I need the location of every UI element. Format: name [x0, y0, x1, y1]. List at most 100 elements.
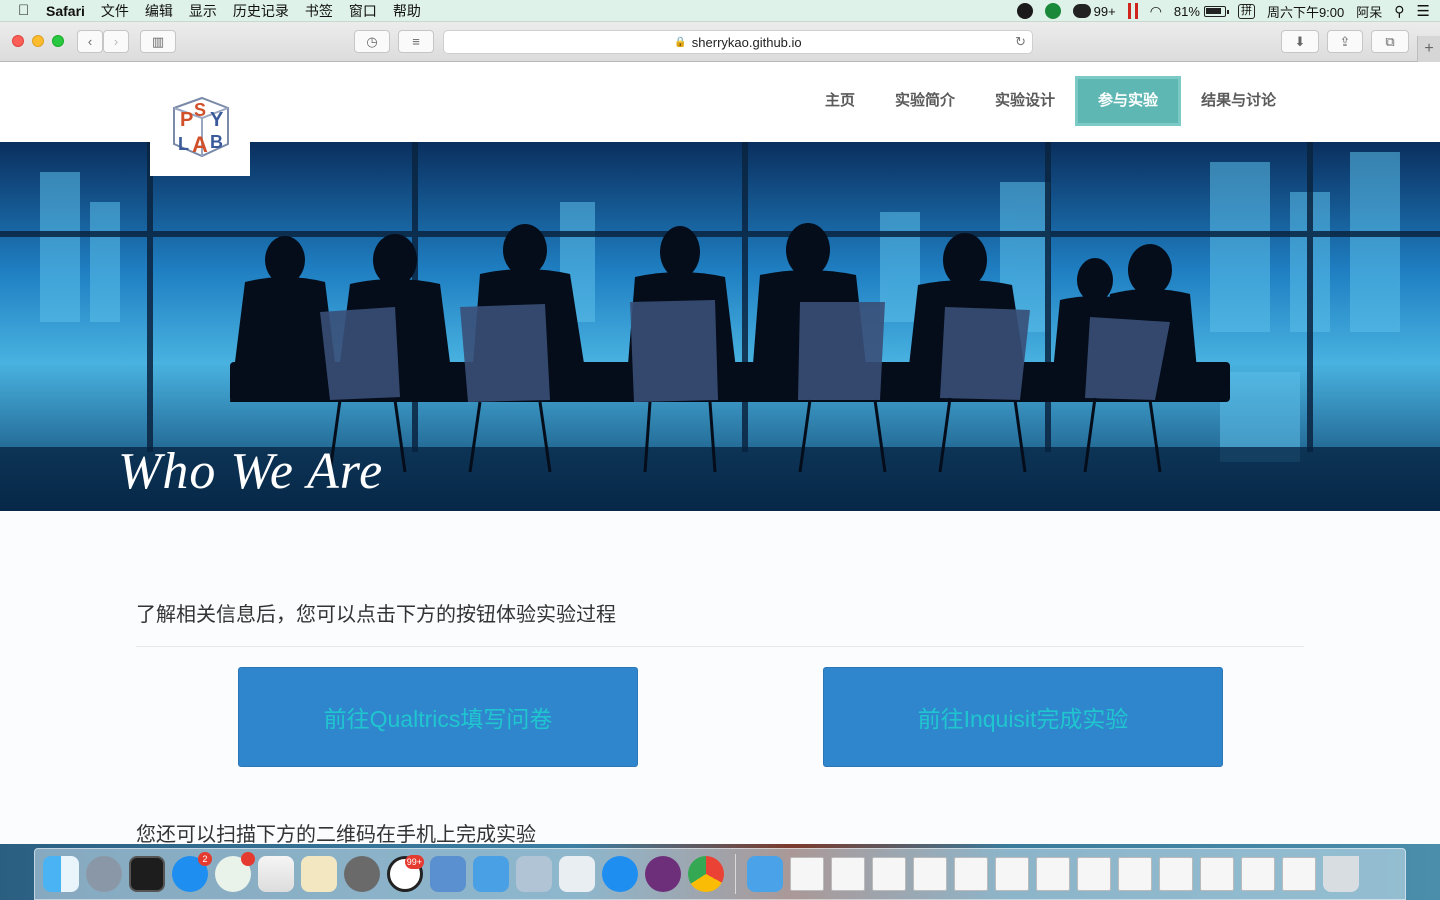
hero-banner: Who We Are	[0, 142, 1440, 511]
tabs-overview-button[interactable]: ⧉	[1371, 30, 1409, 53]
safari-icon[interactable]	[602, 856, 638, 892]
user-name[interactable]: 阿呆	[1356, 2, 1382, 21]
hero-title: Who We Are	[118, 443, 384, 500]
forward-button[interactable]: ›	[103, 30, 129, 53]
psy-lab-logo-image: P S Y L A B	[173, 96, 229, 158]
sidebar-toggle-button[interactable]: ▥	[140, 30, 176, 53]
battery-percent: 81%	[1173, 3, 1200, 19]
qq-badge: 99+	[404, 855, 424, 869]
psy-lab-logo[interactable]: P S Y L A B	[150, 76, 250, 176]
clock[interactable]: 周六下午9:00	[1267, 2, 1344, 21]
share-button[interactable]: ⇪	[1327, 30, 1363, 53]
preview-icon[interactable]	[516, 856, 552, 892]
battery-status[interactable]: 81%	[1173, 3, 1229, 19]
document-icon[interactable]	[790, 857, 824, 891]
zoom-window-button[interactable]	[52, 35, 64, 47]
new-tab-button[interactable]: +	[1417, 36, 1440, 62]
chevron-left-icon: ‹	[87, 34, 93, 49]
document-icon[interactable]	[872, 857, 906, 891]
inquisit-button[interactable]: 前往Inquisit完成实验	[823, 667, 1223, 767]
tabs-icon: ⧉	[1385, 33, 1395, 49]
document-icon[interactable]	[954, 857, 988, 891]
svg-text:L: L	[178, 134, 189, 154]
app-store-badge: 2	[198, 852, 212, 866]
dock: 2 99+	[34, 848, 1406, 900]
url-text: sherrykao.github.io	[691, 34, 802, 50]
sogou-status-icon[interactable]	[1044, 3, 1061, 19]
github-desktop-icon[interactable]	[645, 856, 681, 892]
document-icon[interactable]	[1159, 857, 1193, 891]
pages-icon[interactable]	[301, 856, 337, 892]
share-icon: ⇪	[1339, 33, 1351, 49]
menu-window[interactable]: 窗口	[349, 1, 377, 21]
svg-text:P: P	[180, 109, 193, 131]
applications-folder-icon[interactable]	[747, 856, 783, 892]
qq-icon[interactable]: 99+	[387, 855, 424, 892]
document-icon[interactable]	[831, 857, 865, 891]
document-icon[interactable]	[995, 857, 1029, 891]
lock-icon: 🔒	[674, 36, 687, 48]
activity-monitor-icon[interactable]	[129, 856, 165, 892]
nav-home[interactable]: 主页	[805, 76, 875, 126]
parallels-desktop-icon[interactable]	[430, 856, 466, 892]
browser-toolbar: ‹ › ▥ ◷ ≡ 🔒 sherrykao.github.io ↻ ⬇ ⇪ ⧉ …	[0, 22, 1440, 62]
parallels-icon[interactable]	[1127, 3, 1138, 19]
menu-help[interactable]: 帮助	[393, 1, 421, 21]
reload-icon[interactable]: ↻	[1015, 34, 1026, 50]
menu-bar:  Safari 文件 编辑 显示 历史记录 书签 窗口 帮助 99+ ◠ 81…	[0, 0, 1440, 22]
trash-icon[interactable]	[1323, 856, 1359, 892]
chrome-icon[interactable]	[688, 856, 724, 892]
plus-icon: +	[1424, 40, 1434, 57]
document-icon[interactable]	[913, 857, 947, 891]
document-icon[interactable]	[1282, 857, 1316, 891]
wechat-dock-icon[interactable]	[215, 852, 255, 892]
intro-text: 了解相关信息后，您可以点击下方的按钮体验实验过程	[136, 604, 616, 626]
wechat-count: 99+	[1093, 3, 1116, 19]
document-icon[interactable]	[1241, 857, 1275, 891]
clock-icon: ◷	[366, 33, 378, 49]
numbers-icon[interactable]	[258, 856, 294, 892]
input-method-icon[interactable]: 拼	[1237, 3, 1255, 19]
document-icon[interactable]	[1036, 857, 1070, 891]
qualtrics-button[interactable]: 前往Qualtrics填写问卷	[238, 667, 638, 767]
notification-center-icon[interactable]: ☰	[1417, 2, 1430, 20]
menu-history[interactable]: 历史记录	[233, 1, 289, 21]
close-window-button[interactable]	[12, 35, 24, 47]
app-store-icon[interactable]: 2	[172, 852, 212, 892]
keynote-icon[interactable]	[473, 856, 509, 892]
wechat-status[interactable]: 99+	[1072, 3, 1116, 19]
menu-bookmarks[interactable]: 书签	[305, 1, 333, 21]
menu-file[interactable]: 文件	[101, 1, 129, 21]
nav-design[interactable]: 实验设计	[975, 76, 1075, 126]
back-button[interactable]: ‹	[77, 30, 103, 53]
wifi-icon[interactable]: ◠	[1150, 3, 1162, 20]
document-icon[interactable]	[1118, 857, 1152, 891]
chevron-right-icon: ›	[113, 34, 119, 49]
document-icon[interactable]	[1200, 857, 1234, 891]
finder-icon[interactable]	[43, 856, 79, 892]
wechat-badge	[241, 852, 255, 866]
history-button[interactable]: ◷	[354, 30, 390, 53]
minimize-window-button[interactable]	[32, 35, 44, 47]
document-icon[interactable]	[1077, 857, 1111, 891]
qr-instruction-text: 您还可以扫描下方的二维码在手机上完成实验	[136, 824, 536, 844]
nav-results[interactable]: 结果与讨论	[1181, 76, 1296, 126]
windows-app-icon[interactable]	[559, 856, 595, 892]
system-preferences-icon[interactable]	[344, 856, 380, 892]
menu-edit[interactable]: 编辑	[145, 1, 173, 21]
menu-app-name[interactable]: Safari	[46, 3, 85, 19]
nav-participate[interactable]: 参与实验	[1075, 76, 1182, 126]
downloads-button[interactable]: ⬇	[1281, 30, 1319, 53]
reader-button[interactable]: ≡	[398, 30, 434, 53]
launchpad-icon[interactable]	[86, 856, 122, 892]
apple-menu-icon[interactable]: 	[18, 0, 38, 22]
section-divider	[136, 646, 1304, 647]
spotlight-search-icon[interactable]: ⚲	[1394, 3, 1404, 20]
svg-text:A: A	[192, 132, 208, 157]
nav-intro[interactable]: 实验简介	[875, 76, 975, 126]
address-bar[interactable]: 🔒 sherrykao.github.io ↻	[443, 30, 1033, 54]
battery-icon	[1203, 5, 1229, 17]
qq-status-icon[interactable]	[1016, 3, 1033, 19]
download-icon: ⬇	[1294, 33, 1306, 49]
menu-view[interactable]: 显示	[189, 1, 217, 21]
